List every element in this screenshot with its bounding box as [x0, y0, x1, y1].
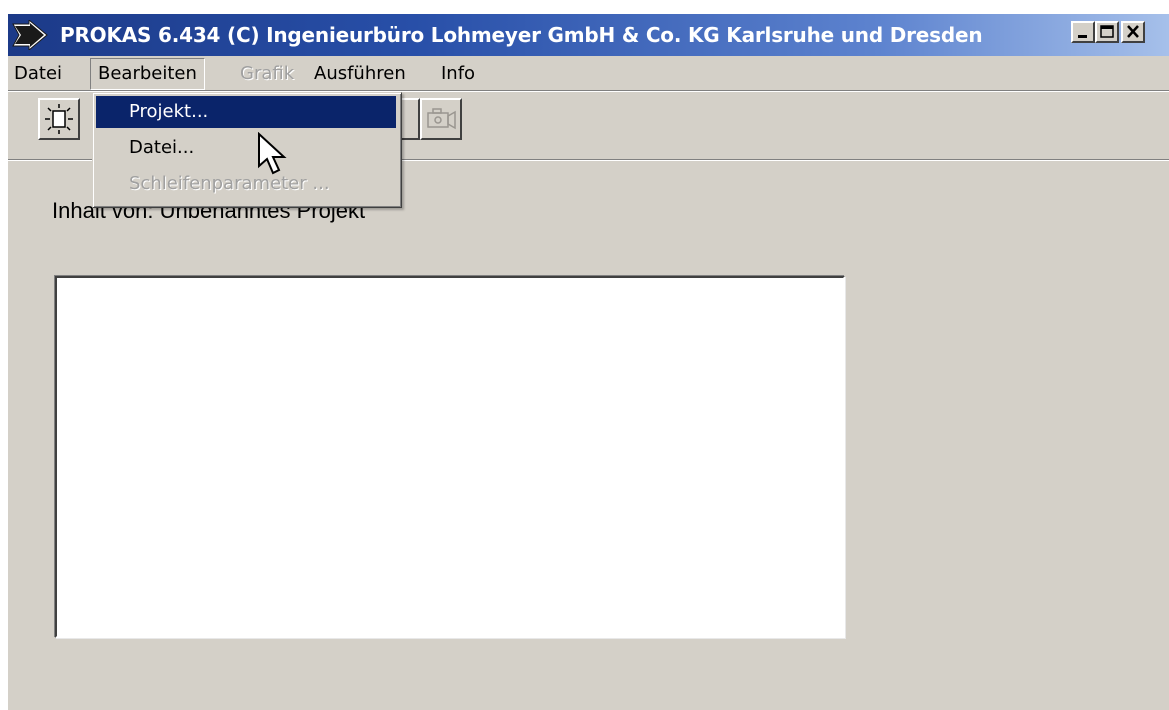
arrow-app-icon: [12, 20, 48, 50]
menu-item-projekt[interactable]: Projekt...: [96, 96, 396, 128]
close-icon: [1127, 25, 1139, 38]
project-content-list[interactable]: [55, 276, 845, 638]
menu-item-schleifenparameter: Schleifenparameter ...: [129, 173, 330, 194]
title-bar[interactable]: PROKAS 6.434 (C) Ingenieurbüro Lohmeyer …: [8, 14, 1169, 56]
mouse-cursor-icon: [258, 132, 287, 175]
menu-ausfuehren[interactable]: Ausführen: [314, 58, 406, 90]
menu-bar: Datei Bearbeiten Grafik Ausführen Info: [8, 58, 1169, 90]
close-button[interactable]: [1121, 21, 1145, 43]
minimize-icon: [1078, 35, 1087, 38]
camera-button[interactable]: [420, 98, 462, 140]
menu-info[interactable]: Info: [441, 58, 475, 90]
new-project-button[interactable]: [38, 98, 80, 140]
new-project-icon: [45, 104, 73, 134]
menu-grafik: Grafik: [240, 63, 295, 84]
camera-icon: [427, 108, 456, 130]
minimize-button[interactable]: [1071, 21, 1095, 43]
maximize-button[interactable]: [1095, 21, 1119, 43]
menu-datei[interactable]: Datei: [14, 58, 62, 90]
prokas-window: PROKAS 6.434 (C) Ingenieurbüro Lohmeyer …: [8, 14, 1169, 710]
bearbeiten-dropdown: Projekt... Datei... Schleifenparameter .…: [92, 92, 402, 208]
maximize-icon: [1100, 25, 1114, 38]
window-title: PROKAS 6.434 (C) Ingenieurbüro Lohmeyer …: [60, 23, 983, 47]
menu-item-datei[interactable]: Datei...: [96, 132, 396, 164]
menu-bearbeiten[interactable]: Bearbeiten: [90, 58, 205, 90]
